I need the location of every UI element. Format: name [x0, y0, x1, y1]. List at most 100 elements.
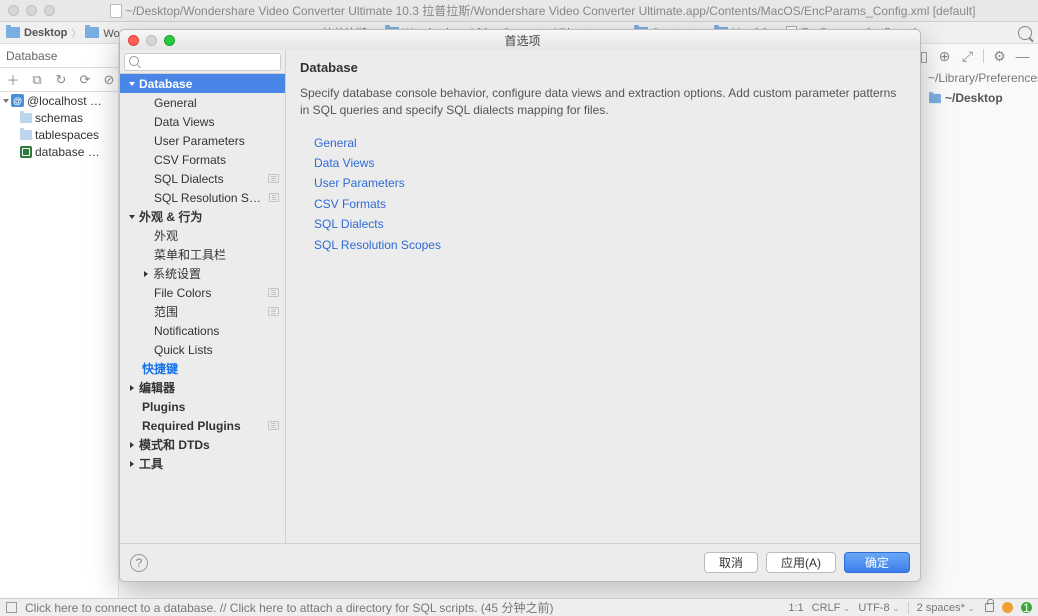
category-item[interactable]: Quick Lists — [120, 340, 285, 359]
stop-icon[interactable]: ⊘ — [102, 73, 116, 87]
tool-window-icon[interactable] — [6, 602, 17, 613]
category-item[interactable]: File Colors — [120, 283, 285, 302]
content-links: General Data Views User Parameters CSV F… — [300, 133, 906, 255]
tree-root[interactable]: @ @localhost … — [0, 92, 118, 109]
content-link[interactable]: General — [300, 133, 906, 153]
cursor-position[interactable]: 1:1 — [788, 602, 803, 614]
category-database[interactable]: Database — [120, 74, 285, 93]
sync-icon[interactable]: ⟳ — [78, 73, 92, 87]
apply-button[interactable]: 应用(A) — [766, 552, 836, 573]
category-list: Database General Data Views User Paramet… — [120, 74, 285, 543]
tree-item[interactable]: tablespaces — [0, 126, 118, 143]
category-item[interactable]: SQL Resolution Scopes — [120, 188, 285, 207]
search-icon[interactable] — [1018, 26, 1032, 40]
separator — [983, 49, 984, 63]
category-item[interactable]: 菜单和工具栏 — [120, 245, 285, 264]
expand-icon[interactable]: ⤢ — [960, 49, 975, 64]
refresh-icon[interactable]: ↻ — [54, 73, 68, 87]
category-required-plugins[interactable]: Required Plugins — [120, 416, 285, 435]
status-badge[interactable]: 1 — [1021, 602, 1032, 613]
help-icon[interactable]: ? — [130, 554, 148, 572]
dialog-traffic-lights — [120, 35, 175, 46]
category-tools[interactable]: 工具 — [120, 454, 285, 473]
close-dot[interactable] — [8, 5, 19, 16]
category-schemas[interactable]: 模式和 DTDs — [120, 435, 285, 454]
category-item[interactable]: General — [120, 93, 285, 112]
file-encoding[interactable]: UTF-8 — [858, 602, 899, 614]
chevron-right-icon: 〉 — [71, 25, 81, 40]
project-icon — [268, 421, 279, 430]
add-icon[interactable]: ＋ — [6, 73, 20, 87]
category-item[interactable]: User Parameters — [120, 131, 285, 150]
tree-item[interactable]: database … — [0, 143, 118, 160]
zoom-dot[interactable] — [44, 5, 55, 16]
lock-icon[interactable] — [985, 603, 994, 612]
category-item[interactable]: Notifications — [120, 321, 285, 340]
category-item[interactable]: 外观 — [120, 226, 285, 245]
folder-icon — [929, 93, 941, 102]
line-separator[interactable]: CRLF — [812, 602, 851, 614]
content-link[interactable]: CSV Formats — [300, 194, 906, 214]
content-link[interactable]: SQL Dialects — [300, 214, 906, 234]
project-icon — [268, 174, 279, 183]
category-item[interactable]: Data Views — [120, 112, 285, 131]
target-icon[interactable]: ⊕ — [937, 49, 952, 64]
dialog-footer: ? 取消 应用(A) 确定 — [120, 543, 920, 581]
expand-arrow-icon[interactable] — [128, 442, 135, 448]
folder-icon — [6, 27, 20, 38]
search-input[interactable] — [124, 53, 281, 71]
zoom-icon[interactable] — [164, 35, 175, 46]
status-message[interactable]: Click here to connect to a database. // … — [25, 599, 553, 616]
search-icon — [129, 56, 139, 66]
tree-item[interactable]: schemas — [0, 109, 118, 126]
separator — [908, 602, 909, 614]
traffic-lights — [8, 5, 55, 16]
breadcrumb-part[interactable]: Desktop — [24, 27, 67, 39]
close-icon[interactable] — [128, 35, 139, 46]
project-icon — [268, 307, 279, 316]
tool-window-title: Database — [6, 49, 57, 63]
category-item[interactable]: 范围 — [120, 302, 285, 321]
ok-button[interactable]: 确定 — [844, 552, 910, 573]
content-link[interactable]: User Parameters — [300, 173, 906, 193]
recent-item[interactable]: ~/Desktop — [928, 88, 1038, 108]
content-link[interactable]: Data Views — [300, 153, 906, 173]
hide-icon[interactable]: — — [1015, 49, 1030, 64]
folder-icon — [20, 113, 32, 123]
category-item[interactable]: 系统设置 — [120, 264, 285, 283]
datasource-icon: @ — [11, 94, 24, 107]
category-appearance[interactable]: 外观 & 行为 — [120, 207, 285, 226]
tree-label: schemas — [35, 111, 83, 125]
minimize-dot[interactable] — [26, 5, 37, 16]
expand-arrow-icon[interactable] — [128, 81, 135, 87]
expand-arrow-icon[interactable] — [128, 214, 135, 220]
dialog-titlebar: 首选项 — [120, 30, 920, 50]
category-item[interactable]: SQL Dialects — [120, 169, 285, 188]
indent-setting[interactable]: 2 spaces* — [917, 602, 975, 614]
recent-header: ~/Library/Preferences/D — [928, 68, 1038, 88]
tree-label: database … — [35, 145, 100, 159]
category-item[interactable]: CSV Formats — [120, 150, 285, 169]
category-editor[interactable]: 编辑器 — [120, 378, 285, 397]
expand-arrow-icon[interactable] — [142, 271, 149, 277]
project-icon — [269, 193, 279, 202]
content-link[interactable]: SQL Resolution Scopes — [300, 235, 906, 255]
content-description: Specify database console behavior, confi… — [300, 85, 906, 119]
tree-label: tablespaces — [35, 128, 99, 142]
file-icon — [110, 4, 122, 18]
duplicate-icon[interactable]: ⧉ — [30, 73, 44, 87]
category-plugins[interactable]: Plugins — [120, 397, 285, 416]
dialog-search — [120, 50, 285, 74]
status-indicator-icon[interactable] — [1002, 602, 1013, 613]
cancel-button[interactable]: 取消 — [704, 552, 758, 573]
expand-arrow-icon[interactable] — [3, 99, 9, 103]
folder-icon — [85, 27, 99, 38]
category-keymap[interactable]: 快捷键 — [120, 359, 285, 378]
expand-arrow-icon[interactable] — [128, 461, 135, 467]
preferences-dialog: 首选项 Database General Data Views User Par… — [119, 29, 921, 582]
gear-icon[interactable]: ⚙ — [992, 49, 1007, 64]
minimize-icon — [146, 35, 157, 46]
window-title-text: ~/Desktop/Wondershare Video Converter Ul… — [126, 2, 976, 19]
expand-arrow-icon[interactable] — [128, 385, 135, 391]
window-titlebar: ~/Desktop/Wondershare Video Converter Ul… — [0, 0, 1038, 22]
